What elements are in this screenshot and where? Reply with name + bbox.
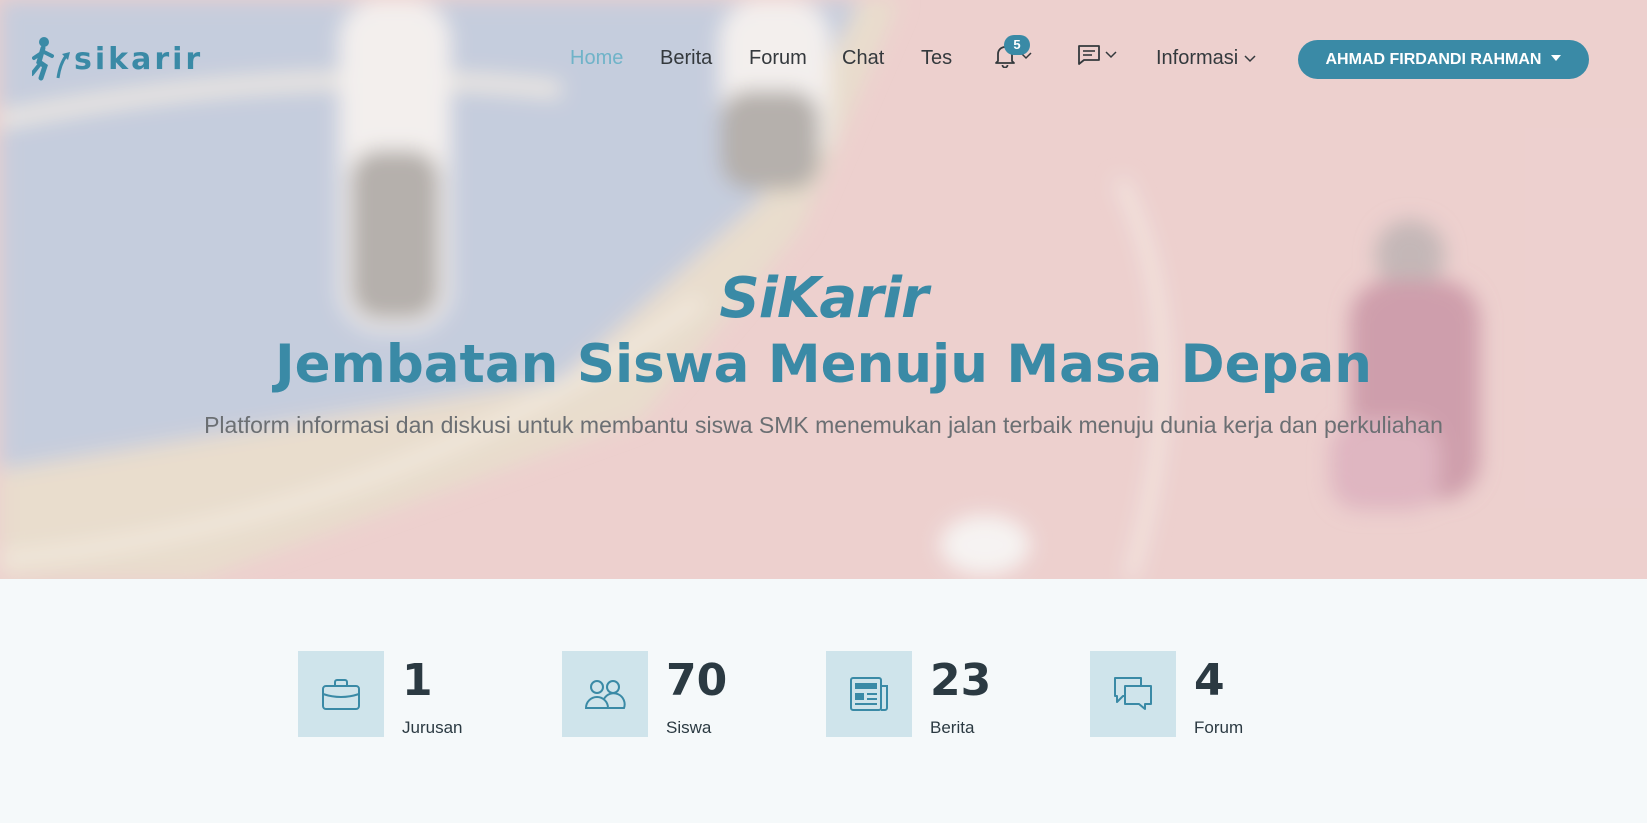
hero-description: Platform informasi dan diskusi untuk mem… <box>204 412 1443 438</box>
stat-icon-box <box>1090 651 1176 737</box>
messages-dropdown[interactable] <box>1077 44 1117 66</box>
users-icon <box>584 680 626 709</box>
chevron-down-icon <box>1244 54 1256 62</box>
message-icon <box>1078 45 1100 65</box>
stat-icon-box <box>298 651 384 737</box>
user-menu-button[interactable]: AHMAD FIRDANDI RAHMAN <box>1298 40 1589 79</box>
chevron-down-icon <box>1105 51 1117 59</box>
informasi-label: Informasi <box>1156 47 1239 69</box>
chat-icon <box>1114 677 1152 710</box>
stat-label: Jurusan <box>402 718 463 737</box>
stat-value: 70 <box>666 655 728 706</box>
brand-name: sikarir <box>74 41 204 77</box>
user-name: AHMAD FIRDANDI RAHMAN <box>1325 51 1542 68</box>
stat-label: Berita <box>930 718 975 737</box>
newspaper-icon <box>850 677 888 711</box>
stat-icon-box <box>562 651 648 737</box>
nav-home[interactable]: Home <box>570 47 623 70</box>
stat-label: Siswa <box>666 718 712 737</box>
nav-chat[interactable]: Chat <box>842 47 884 70</box>
stat-value: 1 <box>402 655 433 706</box>
runner-logo-icon <box>32 37 70 81</box>
briefcase-icon <box>322 679 360 710</box>
stat-value: 4 <box>1194 655 1225 706</box>
notification-count-badge: 5 <box>1004 35 1030 55</box>
hero-subtitle: Jembatan Siswa Menuju Masa Depan <box>274 334 1373 395</box>
stat-siswa: 70 Siswa <box>562 651 727 737</box>
hero-title: SiKarir <box>719 266 928 331</box>
nav-forum[interactable]: Forum <box>749 47 807 70</box>
brand-logo[interactable]: sikarir <box>32 36 203 82</box>
stat-icon-box <box>826 651 912 737</box>
nav-tes[interactable]: Tes <box>921 47 952 70</box>
caret-down-icon <box>1551 55 1562 61</box>
stat-jurusan: 1 Jurusan <box>298 651 462 737</box>
nav-berita[interactable]: Berita <box>660 47 712 70</box>
stat-forum: 4 Forum <box>1090 651 1243 737</box>
stat-berita: 23 Berita <box>826 651 991 737</box>
informasi-dropdown[interactable]: Informasi <box>1156 47 1256 70</box>
stat-label: Forum <box>1194 718 1244 737</box>
stat-value: 23 <box>930 655 992 706</box>
navbar: sikarir Home Berita Forum Chat Tes 5 Inf… <box>0 0 1647 120</box>
